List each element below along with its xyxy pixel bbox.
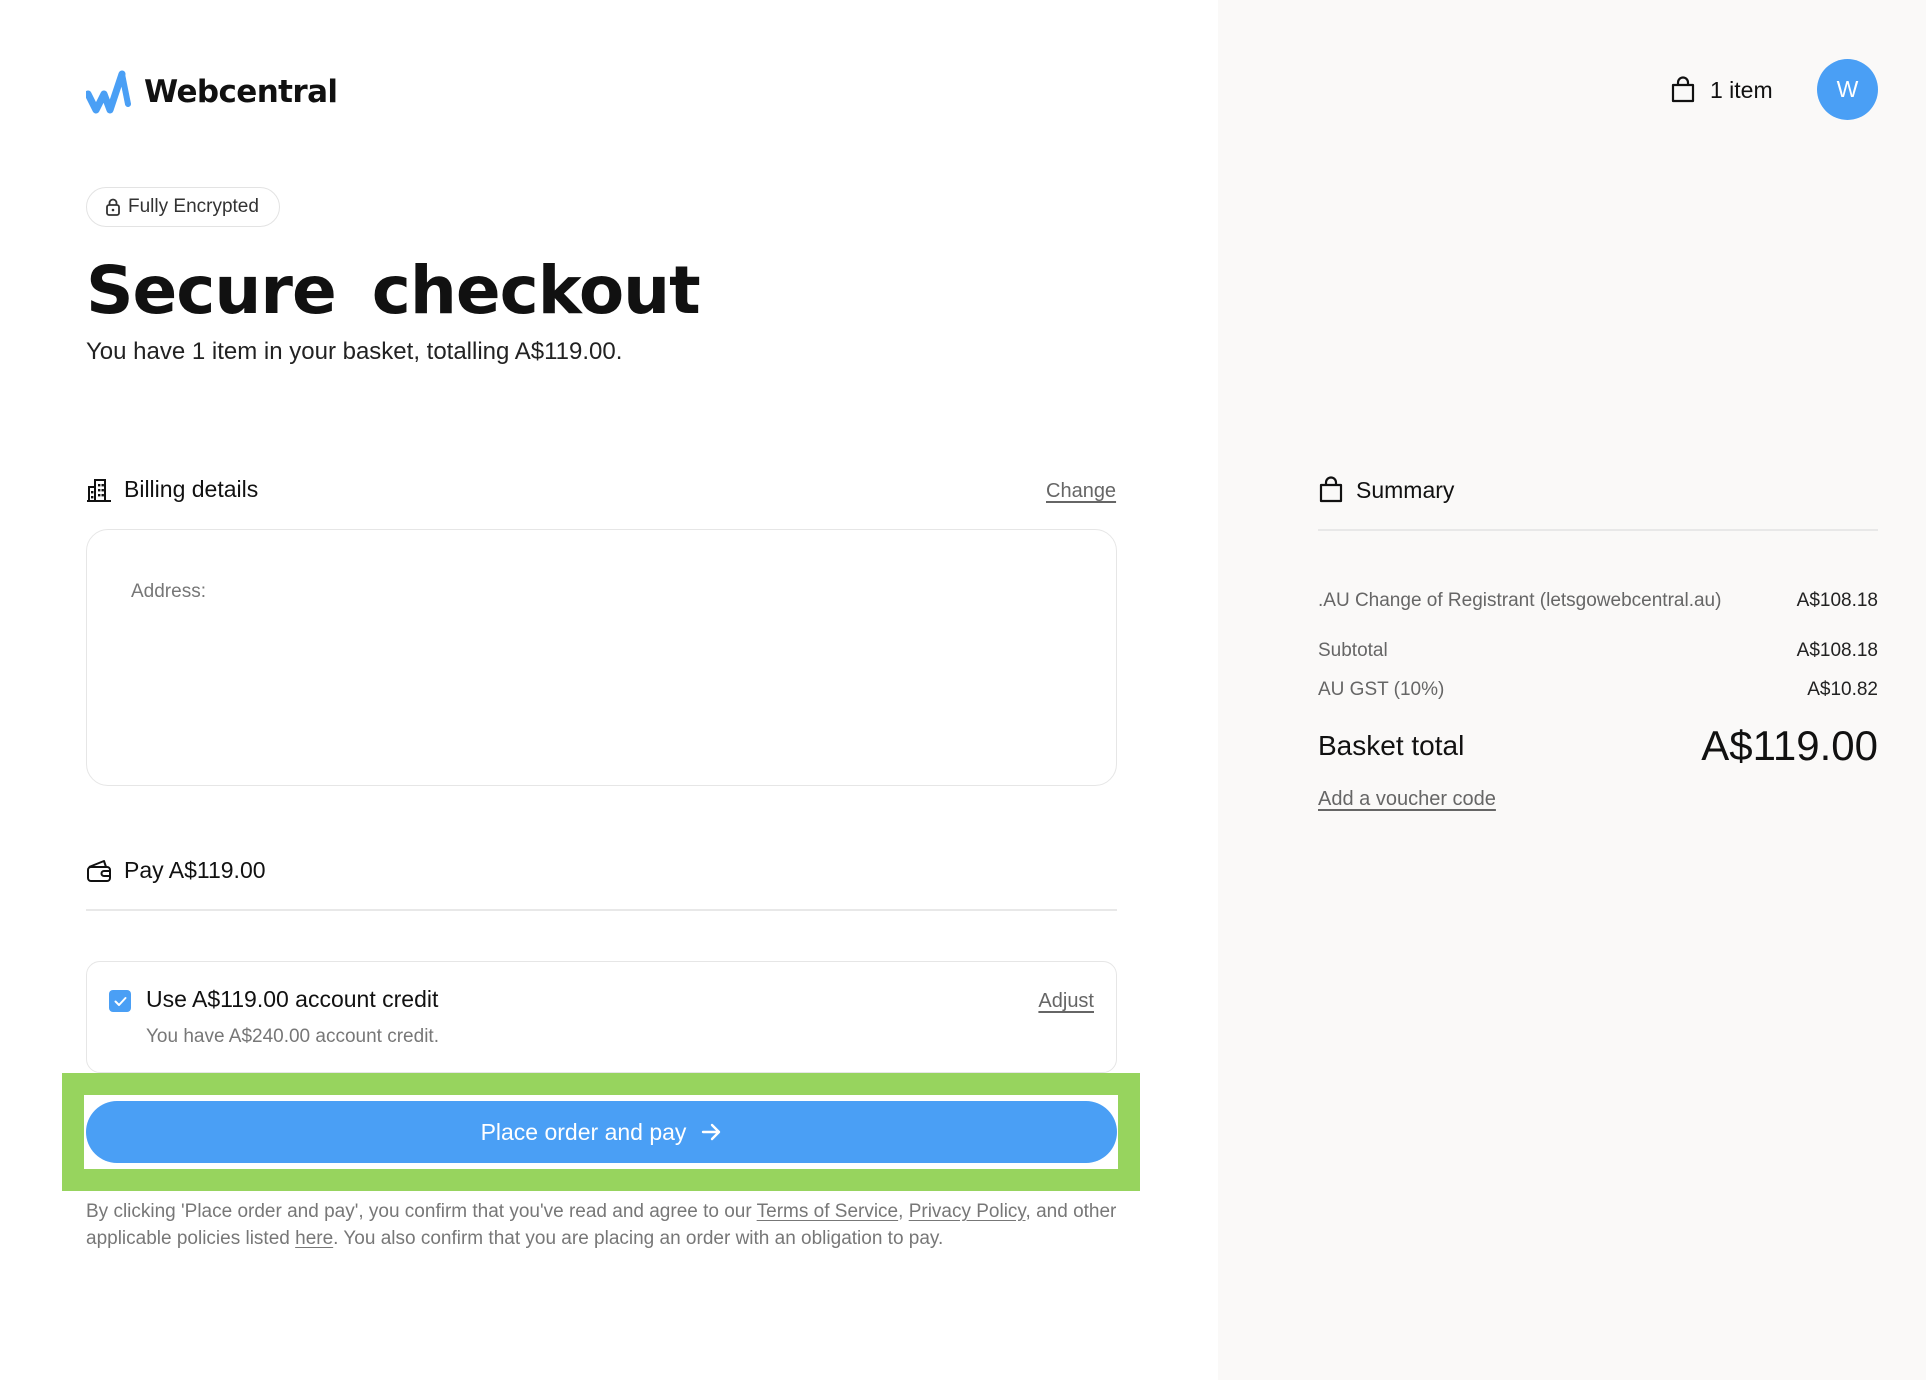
terms-text-3: . You also confirm that you are placing … [333, 1228, 944, 1249]
use-credit-label[interactable]: Use A$119.00 account credit [146, 986, 438, 1013]
encryption-badge: Fully Encrypted [86, 187, 280, 227]
add-voucher-link[interactable]: Add a voucher code [1318, 788, 1496, 811]
use-credit-checkbox[interactable] [109, 990, 131, 1012]
basket-total-label: Basket total [1318, 730, 1465, 761]
basket-summary-text: You have 1 item in your basket, totallin… [86, 338, 623, 365]
basket-total-amount: A$119.00 [1701, 722, 1878, 769]
summary-title: Summary [1356, 476, 1455, 503]
adjust-credit-link[interactable]: Adjust [1038, 990, 1094, 1013]
summary-gst: AU GST (10%) A$10.82 [1318, 679, 1878, 701]
building-icon [87, 478, 111, 502]
terms-text-1: By clicking 'Place order and pay', you c… [86, 1201, 757, 1222]
basket-button[interactable]: 1 item [1670, 76, 1773, 104]
arrow-right-icon [702, 1123, 721, 1141]
user-avatar[interactable]: W [1817, 59, 1878, 120]
billing-details-heading: Billing details [86, 476, 258, 503]
change-billing-link[interactable]: Change [1046, 480, 1116, 503]
subtotal-amount: A$108.18 [1796, 640, 1878, 661]
line-item-label: .AU Change of Registrant (letsgowebcentr… [1318, 590, 1722, 611]
terms-disclaimer: By clicking 'Place order and pay', you c… [86, 1198, 1136, 1252]
page-title-highlight: checkout [362, 252, 716, 329]
page-title-highlight-text: checkout [371, 252, 701, 329]
summary-heading: Summary [1318, 476, 1454, 504]
place-order-button[interactable]: Place order and pay [86, 1101, 1117, 1163]
gst-label: AU GST (10%) [1318, 679, 1445, 700]
encryption-badge-label: Fully Encrypted [128, 196, 259, 217]
basket-count: 1 item [1710, 76, 1773, 103]
page-title: Secure checkout [86, 252, 716, 329]
pay-heading: Pay A$119.00 [86, 857, 266, 884]
credit-balance-text: You have A$240.00 account credit. [146, 1026, 439, 1047]
terms-separator: , [898, 1201, 909, 1222]
privacy-policy-link[interactable]: Privacy Policy [909, 1201, 1026, 1222]
pay-title: Pay A$119.00 [124, 857, 266, 883]
basket-total: Basket total A$119.00 [1318, 722, 1878, 770]
summary-line-item: .AU Change of Registrant (letsgowebcentr… [1318, 590, 1878, 612]
checkout-main-panel: Webcentral Fully Encrypted Secure checko… [0, 0, 1218, 1380]
policies-here-link[interactable]: here [295, 1228, 333, 1249]
summary-subtotal: Subtotal A$108.18 [1318, 640, 1878, 662]
billing-details-title: Billing details [124, 476, 259, 502]
pay-divider [86, 909, 1117, 911]
shopping-bag-icon [1671, 76, 1695, 103]
page-title-plain: Secure [86, 252, 337, 329]
shopping-bag-icon [1319, 476, 1343, 503]
brand-name: Webcentral [144, 74, 338, 110]
line-item-amount: A$108.18 [1796, 590, 1878, 611]
terms-of-service-link[interactable]: Terms of Service [757, 1201, 898, 1222]
wallet-icon [87, 859, 111, 882]
checkmark-icon [114, 996, 126, 1006]
gst-amount: A$10.82 [1807, 679, 1878, 700]
webcentral-logo[interactable]: Webcentral [86, 70, 338, 114]
lock-icon [106, 198, 120, 216]
account-credit-option: Use A$119.00 account credit You have A$2… [86, 961, 1117, 1073]
summary-divider [1318, 529, 1878, 531]
webcentral-logo-icon [86, 70, 131, 114]
subtotal-label: Subtotal [1318, 640, 1388, 661]
place-order-label: Place order and pay [480, 1118, 687, 1145]
address-label: Address: [131, 581, 206, 602]
billing-address-box: Address: [86, 529, 1117, 786]
